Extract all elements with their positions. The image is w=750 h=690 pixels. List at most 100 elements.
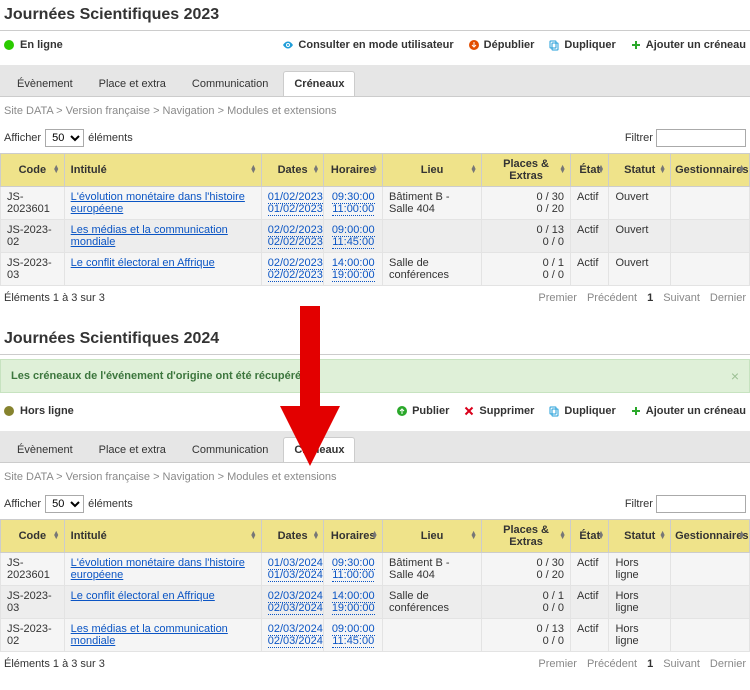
tab-place-extra[interactable]: Place et extra xyxy=(88,437,177,462)
th-etat[interactable]: État▲▼ xyxy=(571,154,609,187)
unpublish-button[interactable]: Dépublier xyxy=(468,39,535,51)
add-slot-button[interactable]: Ajouter un créneau xyxy=(630,39,746,51)
table-footer: Éléments 1 à 3 sur 3 Premier Précédent 1… xyxy=(0,286,750,310)
th-places-extras[interactable]: Places & Extras▲▼ xyxy=(482,520,571,553)
th-places-extras[interactable]: Places & Extras▲▼ xyxy=(482,154,571,187)
slot-link[interactable]: Le conflit électoral en Affrique xyxy=(71,257,215,269)
pager-first[interactable]: Premier xyxy=(538,292,577,304)
slot-link[interactable]: L'évolution monétaire dans l'histoire eu… xyxy=(71,557,245,581)
actions-group: Publier Supprimer Dupliquer Ajouter un c… xyxy=(396,405,746,417)
filter-label: Filtrer xyxy=(625,132,653,144)
th-intitule[interactable]: Intitulé▲▼ xyxy=(64,520,261,553)
th-etat[interactable]: État▲▼ xyxy=(571,520,609,553)
add-slot-button[interactable]: Ajouter un créneau xyxy=(630,405,746,417)
time-link[interactable]: 11:45:00 xyxy=(332,236,374,249)
cell-lieu: Bâtiment B - Salle 404 xyxy=(383,187,482,220)
publish-label: Publier xyxy=(412,405,449,417)
date-link[interactable]: 02/02/2023 xyxy=(268,269,323,282)
slots-table: Code▲▼ Intitulé▲▼ Dates▲▼ Horaires▲▼ Lie… xyxy=(0,153,750,286)
event-title: Journées Scientifiques 2023 xyxy=(0,0,750,30)
delete-button[interactable]: Supprimer xyxy=(463,405,534,417)
date-link[interactable]: 02/02/2023 xyxy=(268,236,323,249)
th-lieu[interactable]: Lieu▲▼ xyxy=(383,154,482,187)
copy-icon xyxy=(548,405,560,417)
table-row: JS-2023-03 Le conflit électoral en Affri… xyxy=(1,253,750,286)
divider xyxy=(0,30,750,31)
publish-icon xyxy=(396,405,408,417)
plus-icon xyxy=(630,39,642,51)
sort-icon: ▲▼ xyxy=(371,166,378,174)
publish-button[interactable]: Publier xyxy=(396,405,449,417)
slot-link[interactable]: Le conflit électoral en Affrique xyxy=(71,590,215,602)
pager-next[interactable]: Suivant xyxy=(663,658,700,670)
close-icon[interactable]: × xyxy=(731,368,739,384)
time-link[interactable]: 11:00:00 xyxy=(332,203,374,216)
pager-last[interactable]: Dernier xyxy=(710,658,746,670)
cell-lieu: Bâtiment B - Salle 404 xyxy=(383,553,482,586)
pager-prev[interactable]: Précédent xyxy=(587,292,637,304)
slot-link[interactable]: Les médias et la communication mondiale xyxy=(71,623,228,647)
time-link[interactable]: 11:45:00 xyxy=(332,635,374,648)
pager: Premier Précédent 1 Suivant Dernier xyxy=(538,658,746,670)
cell-lieu: Salle de conférences xyxy=(383,253,482,286)
cell-code: JS-2023-03 xyxy=(1,253,65,286)
view-mode-button[interactable]: Consulter en mode utilisateur xyxy=(282,39,453,51)
notice-text: Les créneaux de l'événement d'origine on… xyxy=(11,370,307,382)
th-intitule[interactable]: Intitulé▲▼ xyxy=(64,154,261,187)
tab-creneaux[interactable]: Créneaux xyxy=(283,71,355,96)
pager-first[interactable]: Premier xyxy=(538,658,577,670)
status-dot-icon xyxy=(4,40,14,50)
th-statut[interactable]: Statut▲▼ xyxy=(609,520,671,553)
slot-link[interactable]: L'évolution monétaire dans l'histoire eu… xyxy=(71,191,245,215)
tab-creneaux[interactable]: Créneaux xyxy=(283,437,355,462)
pager-prev[interactable]: Précédent xyxy=(587,658,637,670)
th-dates[interactable]: Dates▲▼ xyxy=(261,520,324,553)
breadcrumb: Site DATA > Version française > Navigati… xyxy=(0,97,750,127)
th-gestionnaires[interactable]: Gestionnaires▲▼ xyxy=(671,520,750,553)
pager-page[interactable]: 1 xyxy=(647,292,653,304)
delete-label: Supprimer xyxy=(479,405,534,417)
pager-last[interactable]: Dernier xyxy=(710,292,746,304)
duplicate-button[interactable]: Dupliquer xyxy=(548,39,615,51)
date-link[interactable]: 02/03/2024 xyxy=(268,602,323,615)
tab-place-extra[interactable]: Place et extra xyxy=(88,71,177,96)
th-code[interactable]: Code▲▼ xyxy=(1,520,65,553)
cell-etat: Actif xyxy=(571,553,609,586)
date-link[interactable]: 02/03/2024 xyxy=(268,635,323,648)
tab-evenement[interactable]: Évènement xyxy=(6,71,84,96)
tab-evenement[interactable]: Évènement xyxy=(6,437,84,462)
display-count-select[interactable]: 50 xyxy=(45,495,84,513)
time-link[interactable]: 19:00:00 xyxy=(332,602,375,615)
pager-page[interactable]: 1 xyxy=(647,658,653,670)
th-horaires[interactable]: Horaires▲▼ xyxy=(324,154,383,187)
table-row: JS-2023601 L'évolution monétaire dans l'… xyxy=(1,187,750,220)
display-count-select[interactable]: 50 xyxy=(45,129,84,147)
th-code[interactable]: Code▲▼ xyxy=(1,154,65,187)
status-indicator: Hors ligne xyxy=(4,405,74,417)
plus-icon xyxy=(630,405,642,417)
sort-icon: ▲▼ xyxy=(659,166,666,174)
date-link[interactable]: 01/02/2023 xyxy=(268,203,323,216)
cell-gest xyxy=(671,553,750,586)
th-horaires[interactable]: Horaires▲▼ xyxy=(324,520,383,553)
pager-next[interactable]: Suivant xyxy=(663,292,700,304)
filter-input[interactable] xyxy=(656,495,746,513)
footer-info: Éléments 1 à 3 sur 3 xyxy=(4,292,105,304)
tab-communication[interactable]: Communication xyxy=(181,437,279,462)
th-dates[interactable]: Dates▲▼ xyxy=(261,154,324,187)
th-gestionnaires[interactable]: Gestionnaires▲▼ xyxy=(671,154,750,187)
cell-pe: 0 / 10 / 0 xyxy=(488,257,564,281)
sort-icon: ▲▼ xyxy=(53,166,60,174)
tab-communication[interactable]: Communication xyxy=(181,71,279,96)
status-actions-bar: Hors ligne Publier Supprimer Dupliquer xyxy=(0,401,750,425)
date-link[interactable]: 01/03/2024 xyxy=(268,569,323,582)
cell-etat: Actif xyxy=(571,220,609,253)
duplicate-button[interactable]: Dupliquer xyxy=(548,405,615,417)
th-statut[interactable]: Statut▲▼ xyxy=(609,154,671,187)
time-link[interactable]: 19:00:00 xyxy=(332,269,375,282)
cell-statut: Ouvert xyxy=(609,220,671,253)
th-lieu[interactable]: Lieu▲▼ xyxy=(383,520,482,553)
slot-link[interactable]: Les médias et la communication mondiale xyxy=(71,224,228,248)
time-link[interactable]: 11:00:00 xyxy=(332,569,374,582)
filter-input[interactable] xyxy=(656,129,746,147)
